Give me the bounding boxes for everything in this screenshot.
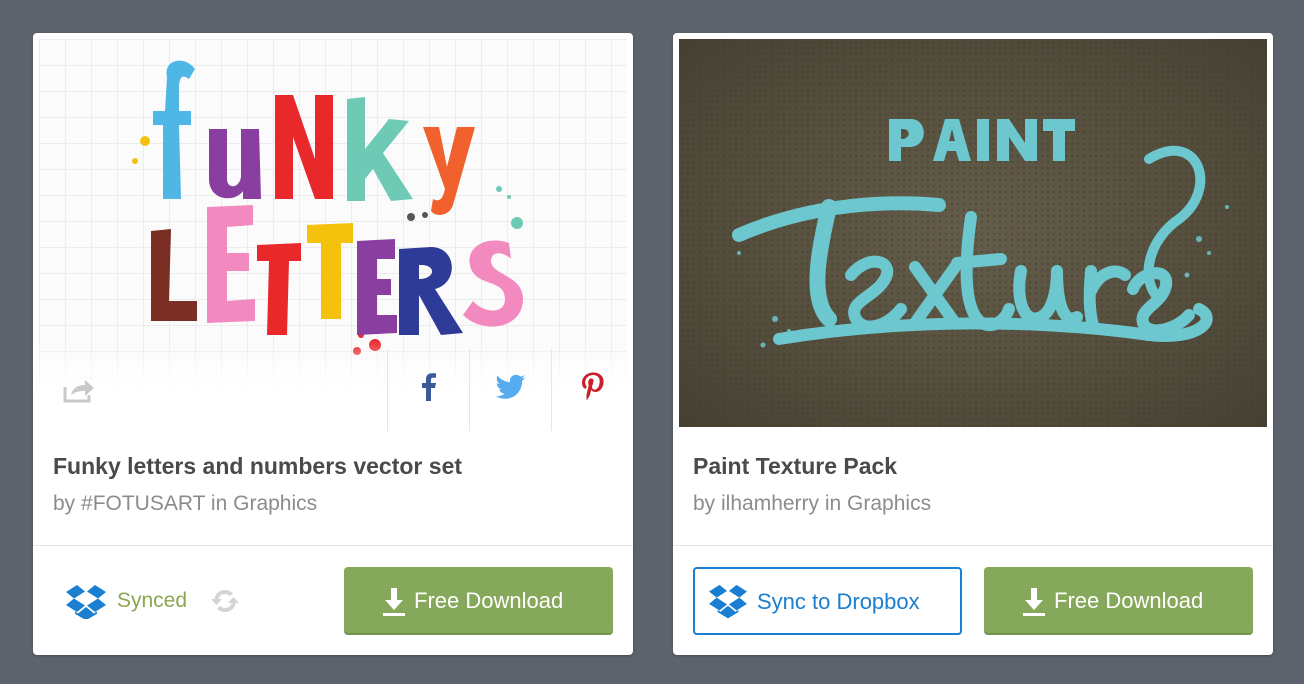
- preview-image[interactable]: [679, 39, 1267, 427]
- share-arrow-icon[interactable]: [63, 379, 95, 403]
- sync-to-dropbox-button[interactable]: Sync to Dropbox: [693, 567, 962, 635]
- product-title[interactable]: Funky letters and numbers vector set: [53, 453, 462, 480]
- divider: [673, 545, 1273, 546]
- download-label: Free Download: [414, 588, 564, 613]
- product-byline[interactable]: by #FOTUSART in Graphics: [53, 492, 317, 516]
- divider: [33, 545, 633, 546]
- download-label: Free Download: [1054, 588, 1204, 613]
- product-card-paint-texture: Paint Texture Pack by ilhamherry in Grap…: [673, 33, 1273, 655]
- paint-texture-artwork: [679, 39, 1267, 427]
- sync-button-label: Sync to Dropbox: [757, 589, 920, 614]
- dropbox-icon: [66, 585, 106, 619]
- refresh-icon: [211, 590, 239, 612]
- pinterest-icon: [582, 372, 604, 400]
- free-download-button[interactable]: Free Download: [984, 567, 1253, 635]
- share-bar: [33, 349, 633, 431]
- twitter-icon: [496, 374, 525, 399]
- download-icon: [1023, 588, 1045, 616]
- download-icon: [383, 588, 405, 616]
- pinterest-share-button[interactable]: [551, 349, 633, 431]
- facebook-share-button[interactable]: [387, 349, 470, 431]
- free-download-button[interactable]: Free Download: [344, 567, 613, 635]
- product-card-funky-letters: Funky letters and numbers vector set by …: [33, 33, 633, 655]
- facebook-icon: [422, 373, 436, 401]
- twitter-share-button[interactable]: [469, 349, 552, 431]
- dropbox-icon: [709, 584, 747, 619]
- product-title[interactable]: Paint Texture Pack: [693, 453, 897, 480]
- product-byline[interactable]: by ilhamherry in Graphics: [693, 492, 931, 516]
- synced-label: Synced: [117, 589, 188, 612]
